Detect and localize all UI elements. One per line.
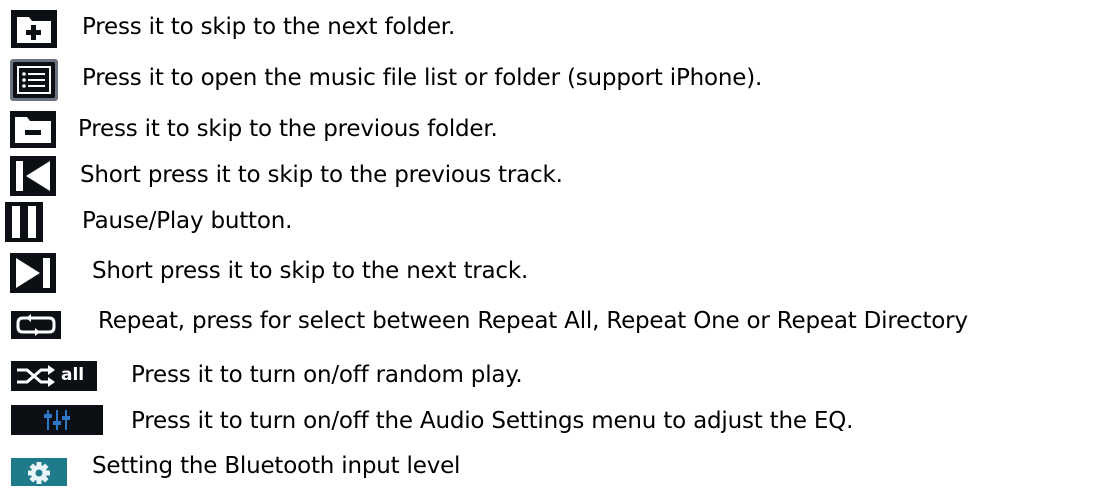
list-item: Pause/Play button. [0,200,1097,242]
repeat-icon [11,311,61,339]
list-item: Press it to skip to the next folder. [0,6,1097,48]
file-list-icon [10,59,58,101]
item-description: Setting the Bluetooth input level [92,453,461,479]
list-item: Press it to open the music file list or … [0,55,1097,101]
list-item: Short press it to skip to the previous t… [0,155,1097,196]
pause-play-icon [5,202,43,242]
item-description: Repeat, press for select between Repeat … [98,308,968,334]
item-description: Press it to open the music file list or … [82,65,763,91]
list-item: Press it to turn on/off the Audio Settin… [0,404,1097,444]
list-item: all Press it to turn on/off random play. [0,356,1097,396]
list-item: Short press it to skip to the next track… [0,250,1097,293]
list-item: Press it to skip to the previous folder. [0,110,1097,150]
eq-sliders-icon [11,405,103,435]
item-description: Short press it to skip to the next track… [92,258,529,284]
item-description: Press it to skip to the previous folder. [78,116,498,142]
item-description: Press it to skip to the next folder. [82,14,456,40]
shuffle-all-label: all [61,365,85,385]
next-track-icon [10,253,56,293]
settings-gear-icon [11,458,67,486]
item-description: Press it to turn on/off the Audio Settin… [131,408,854,434]
list-item: Repeat, press for select between Repeat … [0,302,1097,342]
item-description: Press it to turn on/off random play. [131,362,523,388]
previous-folder-icon [10,111,56,148]
item-description: Short press it to skip to the previous t… [80,162,563,188]
list-item: Setting the Bluetooth input level [0,450,1097,490]
next-folder-icon [11,10,57,48]
item-description: Pause/Play button. [82,208,293,234]
shuffle-all-icon: all [11,361,97,391]
previous-track-icon [10,156,56,196]
